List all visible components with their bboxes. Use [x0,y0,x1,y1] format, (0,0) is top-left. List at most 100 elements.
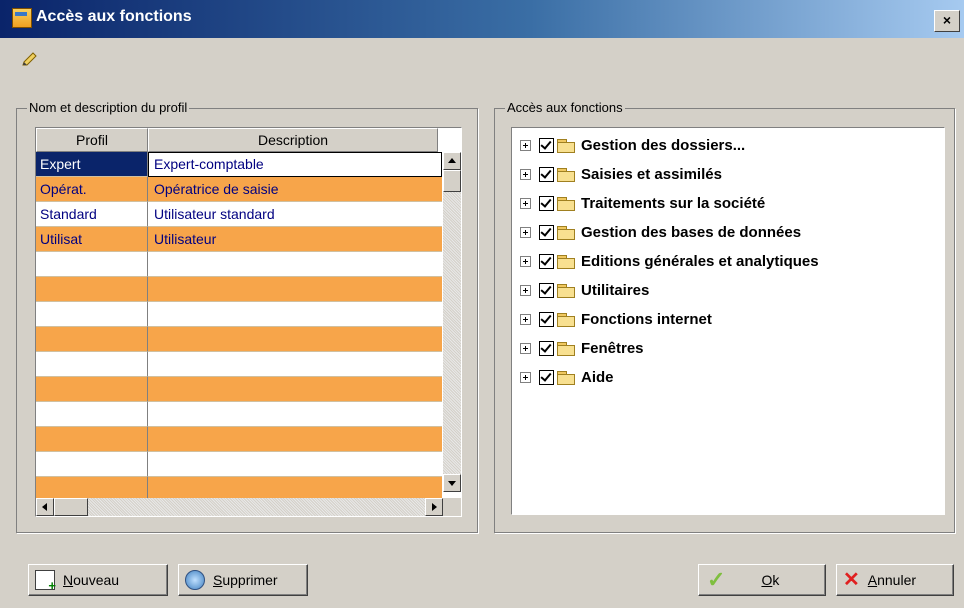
table-row[interactable] [36,302,443,327]
tree-item[interactable]: Saisies et assimilés [520,163,722,185]
function-tree[interactable]: Gestion des dossiers... Saisies et assimi… [511,127,945,515]
column-header-description[interactable]: Description [148,128,438,152]
tree-item-label[interactable]: Aide [581,369,614,386]
access-checkbox[interactable] [539,253,554,269]
profil-cell[interactable] [36,327,148,352]
folder-icon [557,341,575,356]
tree-item[interactable]: Gestion des dossiers... [520,134,745,156]
description-cell[interactable] [148,452,442,477]
tree-item-label[interactable]: Fenêtres [581,340,644,357]
expand-icon[interactable] [520,255,531,267]
table-row[interactable] [36,352,443,377]
access-checkbox[interactable] [539,369,554,385]
table-row[interactable] [36,252,443,277]
tree-item[interactable]: Utilitaires [520,279,649,301]
description-cell[interactable] [148,377,442,402]
description-cell[interactable] [148,252,442,277]
ok-button[interactable]: ✓ Ok [698,564,826,596]
table-row[interactable]: Opérat. Opératrice de saisie [36,177,443,202]
description-cell[interactable] [148,302,442,327]
tree-item-label[interactable]: Fonctions internet [581,311,712,328]
annuler-button[interactable]: ✕ Annuler [836,564,954,596]
profil-cell[interactable] [36,252,148,277]
tree-item[interactable]: Traitements sur la société [520,192,765,214]
description-cell[interactable]: Expert-comptable [148,152,442,177]
expand-icon[interactable] [520,139,531,151]
supprimer-button[interactable]: Supprimer [178,564,308,596]
horizontal-scroll-thumb[interactable] [54,498,88,516]
cancel-x-icon: ✕ [843,569,860,591]
table-row[interactable] [36,427,443,452]
access-checkbox[interactable] [539,311,554,327]
tree-item-label[interactable]: Editions générales et analytiques [581,253,819,270]
profil-cell[interactable]: Opérat. [36,177,148,202]
table-row[interactable]: Expert Expert-comptable [36,152,443,177]
profil-cell[interactable] [36,427,148,452]
expand-icon[interactable] [520,371,531,383]
tree-item-label[interactable]: Gestion des bases de données [581,224,801,241]
access-checkbox[interactable] [539,224,554,240]
tree-item[interactable]: Gestion des bases de données [520,221,801,243]
profil-cell[interactable]: Standard [36,202,148,227]
table-row[interactable] [36,277,443,302]
tree-item[interactable]: Fenêtres [520,337,644,359]
expand-icon[interactable] [520,313,531,325]
access-checkbox[interactable] [539,166,554,182]
profil-cell[interactable] [36,352,148,377]
access-checkbox[interactable] [539,282,554,298]
profil-cell[interactable]: Utilisat [36,227,148,252]
scroll-down-button[interactable] [443,474,461,492]
access-checkbox[interactable] [539,340,554,356]
expand-icon[interactable] [520,284,531,296]
table-row[interactable] [36,402,443,427]
description-cell[interactable]: Opératrice de saisie [148,177,442,202]
profil-cell[interactable] [36,452,148,477]
description-cell[interactable] [148,352,442,377]
access-dialog: Accès aux fonctions × Nom et description… [0,0,964,608]
expand-icon[interactable] [520,226,531,238]
profil-cell[interactable] [36,377,148,402]
access-checkbox[interactable] [539,195,554,211]
access-checkbox[interactable] [539,137,554,153]
tree-item[interactable]: Editions générales et analytiques [520,250,819,272]
pencil-icon[interactable] [22,50,38,66]
scroll-right-button[interactable] [425,498,443,516]
expand-icon[interactable] [520,168,531,180]
nouveau-button[interactable]: Nouveau [28,564,168,596]
vertical-scrollbar[interactable] [443,152,461,492]
description-cell[interactable] [148,427,442,452]
tree-item-label[interactable]: Saisies et assimilés [581,166,722,183]
table-row[interactable] [36,377,443,402]
close-button[interactable]: × [934,10,960,32]
table-row[interactable]: Utilisat Utilisateur [36,227,443,252]
vertical-scroll-thumb[interactable] [443,170,461,192]
checkmark-icon: ✓ [707,567,726,592]
description-cell[interactable] [148,327,442,352]
tree-item-label[interactable]: Traitements sur la société [581,195,765,212]
horizontal-scrollbar[interactable] [36,498,443,516]
folder-icon [557,196,575,211]
profil-cell[interactable] [36,277,148,302]
scroll-up-button[interactable] [443,152,461,170]
table-row[interactable]: Standard Utilisateur standard [36,202,443,227]
expand-icon[interactable] [520,197,531,209]
profil-cell[interactable] [36,302,148,327]
description-cell[interactable] [148,402,442,427]
column-header-profil[interactable]: Profil [36,128,148,152]
table-row[interactable] [36,327,443,352]
tree-item[interactable]: Fonctions internet [520,308,712,330]
profil-cell[interactable]: Expert [36,152,148,177]
table-row[interactable] [36,452,443,477]
profile-grid[interactable]: Profil Description Expert Expert-comptabl… [35,127,462,517]
access-group: Accès aux fonctions Gestion des dossiers… [494,100,955,533]
description-cell[interactable]: Utilisateur [148,227,442,252]
scroll-left-button[interactable] [36,498,54,516]
folder-icon [557,167,575,182]
profil-cell[interactable] [36,402,148,427]
expand-icon[interactable] [520,342,531,354]
tree-item-label[interactable]: Gestion des dossiers... [581,137,745,154]
description-cell[interactable] [148,277,442,302]
tree-item-label[interactable]: Utilitaires [581,282,649,299]
description-cell[interactable]: Utilisateur standard [148,202,442,227]
tree-item[interactable]: Aide [520,366,614,388]
